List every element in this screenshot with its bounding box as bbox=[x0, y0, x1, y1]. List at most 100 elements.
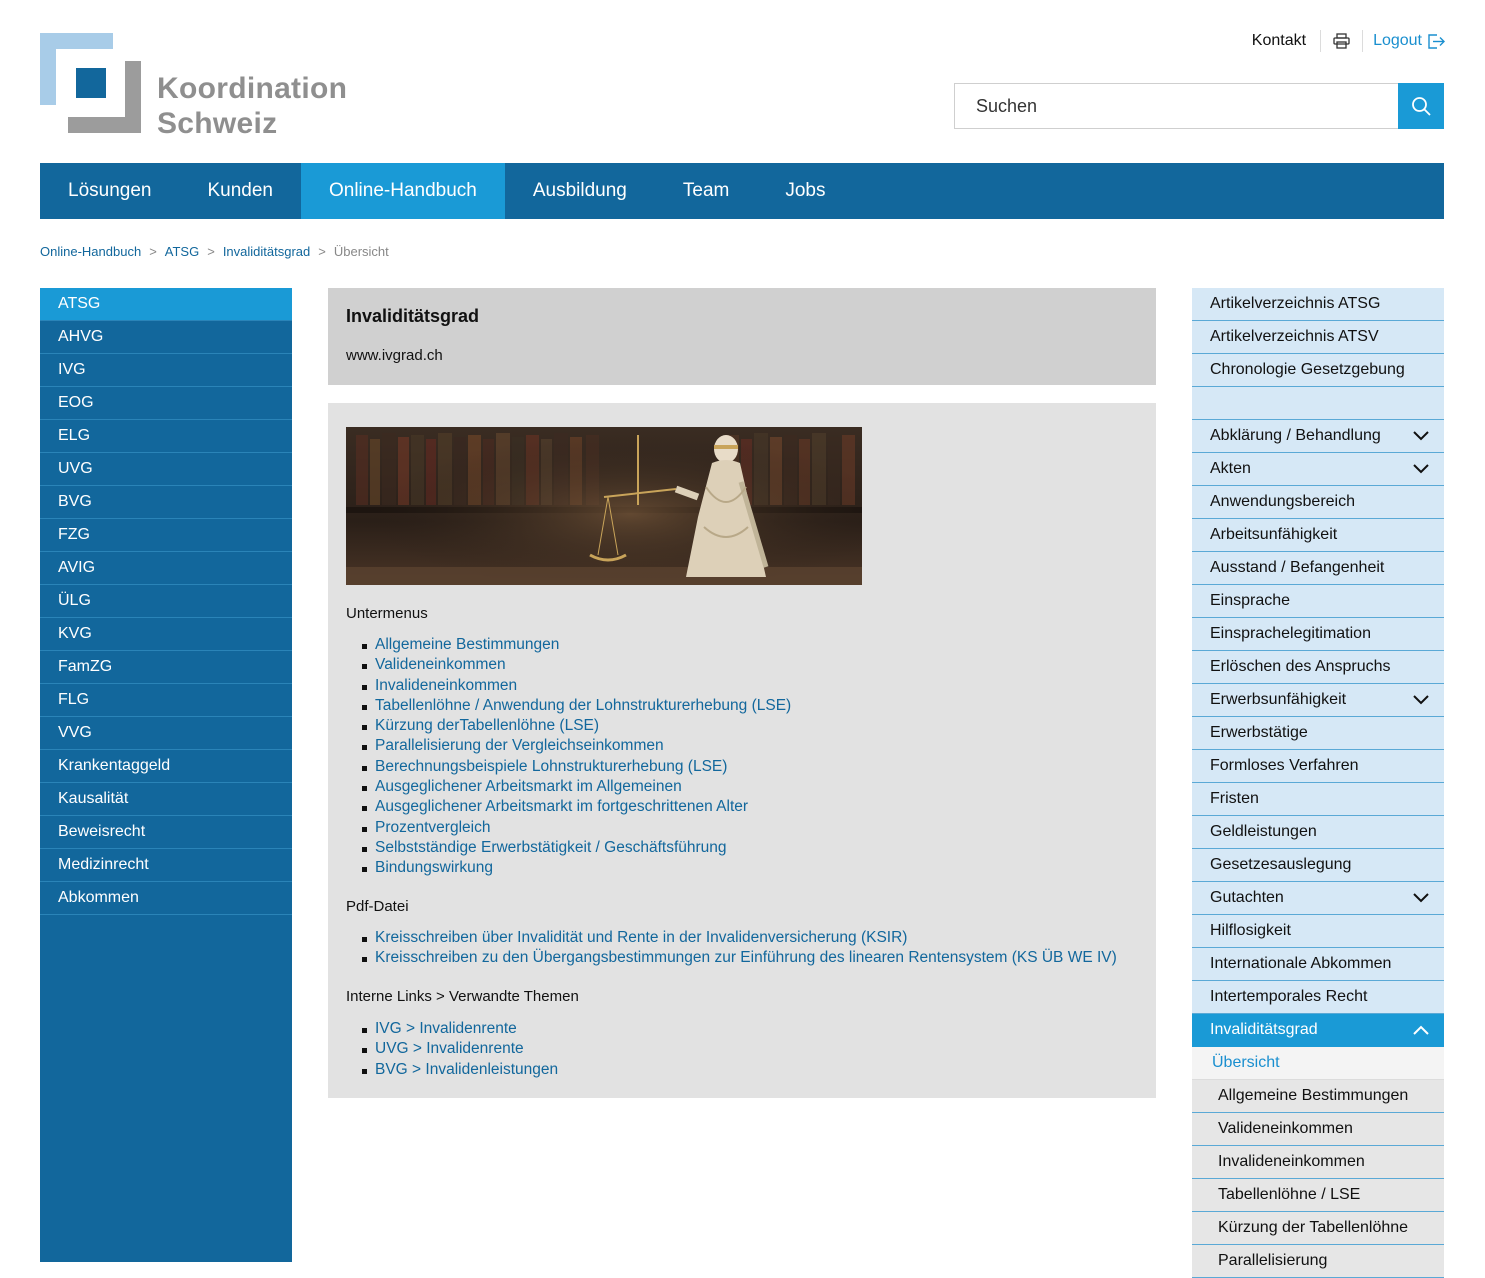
list-item[interactable]: Selbstständige Erwerbstätigkeit / Geschä… bbox=[346, 838, 791, 858]
sidebar-item-gutachten[interactable]: Gutachten bbox=[1192, 882, 1444, 915]
sidebar-item-internationale-abkommen[interactable]: Internationale Abkommen bbox=[1192, 948, 1444, 981]
sidebar-item-geldleistungen[interactable]: Geldleistungen bbox=[1192, 816, 1444, 849]
site-logo[interactable]: Koordination Schweiz bbox=[40, 33, 360, 143]
sidebar-item-label: Artikelverzeichnis ATSV bbox=[1210, 328, 1379, 345]
sidebar-subitem-valideneinkommen[interactable]: Valideneinkommen bbox=[1192, 1113, 1444, 1146]
sidebar-item-kvg[interactable]: KVG bbox=[40, 618, 292, 651]
sidebar-item-gesetzesauslegung[interactable]: Gesetzesauslegung bbox=[1192, 849, 1444, 882]
sidebar-item-einsprachelegitimation[interactable]: Einsprachelegitimation bbox=[1192, 618, 1444, 651]
chevron-down-icon[interactable] bbox=[1412, 692, 1430, 708]
sidebar-item-ausstand-befangenheit[interactable]: Ausstand / Befangenheit bbox=[1192, 552, 1444, 585]
sidebar-item-avig[interactable]: AVIG bbox=[40, 552, 292, 585]
sidebar-item-intertemporales-recht[interactable]: Intertemporales Recht bbox=[1192, 981, 1444, 1014]
sidebar-subitem-kürzung-der-tabellenlöhne[interactable]: Kürzung der Tabellenlöhne bbox=[1192, 1212, 1444, 1245]
list-item[interactable]: BVG > Invalidenleistungen bbox=[346, 1060, 558, 1080]
sidebar-item-einsprache[interactable]: Einsprache bbox=[1192, 585, 1444, 618]
nav-loesungen[interactable]: Lösungen bbox=[40, 163, 179, 219]
sidebar-item-beweisrecht[interactable]: Beweisrecht bbox=[40, 816, 292, 849]
chevron-down-icon[interactable] bbox=[1412, 428, 1430, 444]
sidebar-item-label: Akten bbox=[1210, 460, 1251, 477]
sidebar-item-flg[interactable]: FLG bbox=[40, 684, 292, 717]
sidebar-item-label: Valideneinkommen bbox=[1218, 1120, 1353, 1137]
sidebar-item-formloses-verfahren[interactable]: Formloses Verfahren bbox=[1192, 750, 1444, 783]
sidebar-item-abklärung-behandlung[interactable]: Abklärung / Behandlung bbox=[1192, 420, 1444, 453]
sidebar-item-medizinrecht[interactable]: Medizinrecht bbox=[40, 849, 292, 882]
sidebar-item-label: Erwerbsunfähigkeit bbox=[1210, 691, 1347, 708]
list-item[interactable]: Allgemeine Bestimmungen bbox=[346, 635, 791, 655]
sidebar-item-anwendungsbereich[interactable]: Anwendungsbereich bbox=[1192, 486, 1444, 519]
list-item[interactable]: Parallelisierung der Vergleichseinkommen bbox=[346, 736, 791, 756]
breadcrumb-link[interactable]: Online-Handbuch bbox=[40, 244, 141, 259]
pdf-list: Kreisschreiben über Invalidität und Rent… bbox=[346, 928, 1117, 969]
sidebar-item-fzg[interactable]: FZG bbox=[40, 519, 292, 552]
sidebar-item-erlöschen-des-anspruchs[interactable]: Erlöschen des Anspruchs bbox=[1192, 651, 1444, 684]
sidebar-item-uvg[interactable]: UVG bbox=[40, 453, 292, 486]
sidebar-item-invaliditätsgrad[interactable]: Invaliditätsgrad bbox=[1192, 1014, 1444, 1047]
list-item[interactable]: Tabellenlöhne / Anwendung der Lohnstrukt… bbox=[346, 696, 791, 716]
sidebar-item-eog[interactable]: EOG bbox=[40, 387, 292, 420]
chevron-down-icon[interactable] bbox=[1412, 890, 1430, 906]
sidebar-item-ivg[interactable]: IVG bbox=[40, 354, 292, 387]
nav-online-handbuch[interactable]: Online-Handbuch bbox=[300, 163, 505, 219]
sidebar-item-erwerbsunfähigkeit[interactable]: Erwerbsunfähigkeit bbox=[1192, 684, 1444, 717]
kontakt-link[interactable]: Kontakt bbox=[1252, 32, 1320, 50]
sidebar-item-label: Allgemeine Bestimmungen bbox=[1218, 1087, 1409, 1104]
sidebar-item-famzg[interactable]: FamZG bbox=[40, 651, 292, 684]
nav-kunden[interactable]: Kunden bbox=[179, 163, 301, 219]
sidebar-item-atsg[interactable]: ATSG bbox=[40, 288, 292, 321]
list-item[interactable]: Kürzung derTabellenlöhne (LSE) bbox=[346, 716, 791, 736]
sidebar-item-label: Chronologie Gesetzgebung bbox=[1210, 361, 1405, 378]
nav-jobs[interactable]: Jobs bbox=[757, 163, 853, 219]
search-input[interactable] bbox=[954, 83, 1398, 129]
list-item[interactable]: Prozentvergleich bbox=[346, 818, 791, 838]
sidebar-item-artikelverzeichnis-atsg[interactable]: Artikelverzeichnis ATSG bbox=[1192, 288, 1444, 321]
sidebar-subitem-übersicht[interactable]: Übersicht bbox=[1192, 1047, 1444, 1080]
list-item[interactable]: Kreisschreiben zu den Übergangsbestimmun… bbox=[346, 948, 1117, 968]
sidebar-item-bvg[interactable]: BVG bbox=[40, 486, 292, 519]
sidebar-item-vvg[interactable]: VVG bbox=[40, 717, 292, 750]
list-item[interactable]: Bindungswirkung bbox=[346, 858, 791, 878]
chevron-down-icon[interactable] bbox=[1412, 461, 1430, 477]
list-item[interactable]: Valideneinkommen bbox=[346, 655, 791, 675]
print-button[interactable] bbox=[1321, 33, 1362, 49]
logo-line1: Koordination bbox=[157, 72, 348, 105]
breadcrumb-link[interactable]: Invaliditätsgrad bbox=[223, 244, 310, 259]
sidebar-item-krankentaggeld[interactable]: Krankentaggeld bbox=[40, 750, 292, 783]
sidebar-item-label: Kürzung der Tabellenlöhne bbox=[1218, 1219, 1409, 1236]
sidebar-item-artikelverzeichnis-atsv[interactable]: Artikelverzeichnis ATSV bbox=[1192, 321, 1444, 354]
sidebar-item-label: Artikelverzeichnis ATSG bbox=[1210, 295, 1381, 312]
untermenus-heading: Untermenus bbox=[346, 605, 428, 622]
sidebar-item-chronologie-gesetzgebung[interactable]: Chronologie Gesetzgebung bbox=[1192, 354, 1444, 387]
nav-ausbildung[interactable]: Ausbildung bbox=[505, 163, 655, 219]
sidebar-item-hilflosigkeit[interactable]: Hilflosigkeit bbox=[1192, 915, 1444, 948]
list-item[interactable]: Berechnungsbeispiele Lohnstrukturerhebun… bbox=[346, 757, 791, 777]
list-item[interactable]: Ausgeglichener Arbeitsmarkt im Allgemein… bbox=[346, 777, 791, 797]
sidebar-item-kausalitaet[interactable]: Kausalität bbox=[40, 783, 292, 816]
sidebar-subitem-invalideneinkommen[interactable]: Invalideneinkommen bbox=[1192, 1146, 1444, 1179]
nav-team[interactable]: Team bbox=[655, 163, 757, 219]
search-button[interactable] bbox=[1398, 83, 1444, 129]
sidebar-item-uelg[interactable]: ÜLG bbox=[40, 585, 292, 618]
list-item[interactable]: Ausgeglichener Arbeitsmarkt im fortgesch… bbox=[346, 797, 791, 817]
list-item[interactable]: Kreisschreiben über Invalidität und Rent… bbox=[346, 928, 1117, 948]
breadcrumb: Online-Handbuch > ATSG > Invaliditätsgra… bbox=[40, 244, 389, 259]
sidebar-item-akten[interactable]: Akten bbox=[1192, 453, 1444, 486]
sidebar-item-abkommen[interactable]: Abkommen bbox=[40, 882, 292, 915]
logout-link[interactable]: Logout bbox=[1363, 32, 1445, 50]
sidebar-subitem-allgemeine-bestimmungen[interactable]: Allgemeine Bestimmungen bbox=[1192, 1080, 1444, 1113]
sidebar-item-label: Invalideneinkommen bbox=[1218, 1153, 1365, 1170]
sidebar-item-arbeitsunfähigkeit[interactable]: Arbeitsunfähigkeit bbox=[1192, 519, 1444, 552]
list-item[interactable]: IVG > Invalidenrente bbox=[346, 1019, 558, 1039]
list-item[interactable]: Invalideneinkommen bbox=[346, 676, 791, 696]
page-url: www.ivgrad.ch bbox=[346, 347, 443, 364]
sidebar-item-ahvg[interactable]: AHVG bbox=[40, 321, 292, 354]
sidebar-item-elg[interactable]: ELG bbox=[40, 420, 292, 453]
breadcrumb-link[interactable]: ATSG bbox=[165, 244, 199, 259]
sidebar-item-erwerbstätige[interactable]: Erwerbstätige bbox=[1192, 717, 1444, 750]
sidebar-item-fristen[interactable]: Fristen bbox=[1192, 783, 1444, 816]
sidebar-item-label: Gesetzesauslegung bbox=[1210, 856, 1352, 873]
list-item[interactable]: UVG > Invalidenrente bbox=[346, 1039, 558, 1059]
left-sidebar: ATSG AHVG IVG EOG ELG UVG BVG FZG AVIG Ü… bbox=[40, 288, 292, 1262]
chevron-up-icon[interactable] bbox=[1412, 1022, 1430, 1038]
sidebar-subitem-tabellenlöhne-lse[interactable]: Tabellenlöhne / LSE bbox=[1192, 1179, 1444, 1212]
